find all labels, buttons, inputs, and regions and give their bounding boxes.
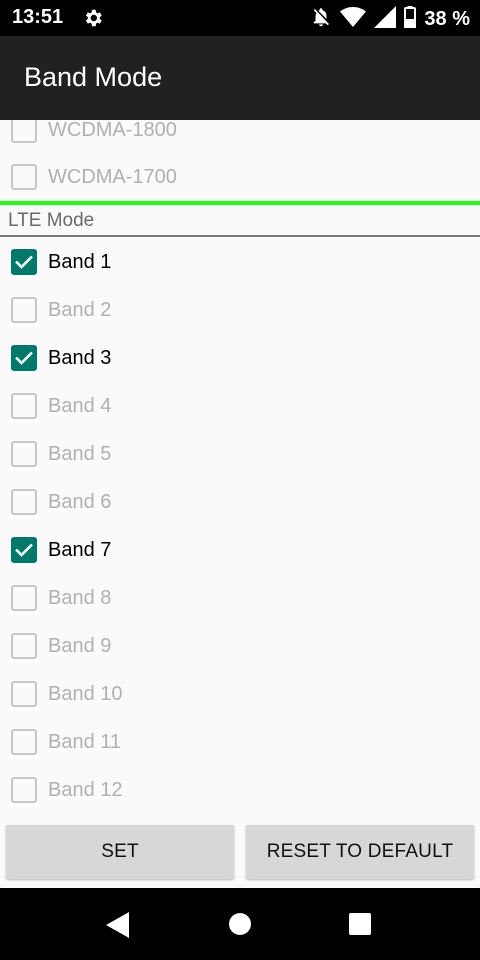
- checkbox-checked[interactable]: [11, 537, 37, 563]
- home-icon[interactable]: [229, 913, 251, 940]
- band-label: Band 6: [48, 490, 112, 513]
- battery-percent: 38 %: [424, 8, 470, 30]
- checkbox[interactable]: [11, 489, 37, 515]
- band-label: Band 8: [48, 586, 112, 609]
- status-bar: 13:51 38 %: [0, 0, 480, 36]
- band-label: Band 7: [48, 538, 112, 561]
- band-label: Band 4: [48, 394, 112, 417]
- recents-icon[interactable]: [349, 913, 371, 940]
- set-button[interactable]: SET: [6, 825, 234, 879]
- band-row[interactable]: Band 10: [0, 670, 480, 718]
- band-label: Band 10: [48, 682, 123, 705]
- status-icons: 38 %: [310, 6, 470, 33]
- checkbox-checked[interactable]: [11, 345, 37, 371]
- band-row[interactable]: Band 8: [0, 574, 480, 622]
- band-label: Band 9: [48, 634, 112, 657]
- reset-to-default-button[interactable]: RESET TO DEFAULT: [246, 825, 474, 879]
- back-icon[interactable]: [106, 912, 130, 943]
- checkbox-checked[interactable]: [11, 249, 37, 275]
- band-row[interactable]: Band 9: [0, 622, 480, 670]
- battery-icon: [404, 6, 417, 33]
- checkbox[interactable]: [11, 120, 37, 143]
- wcdma-label: WCDMA-1700: [48, 165, 177, 188]
- band-label: Band 11: [48, 730, 122, 753]
- checkbox[interactable]: [11, 164, 37, 190]
- section-divider: [0, 235, 480, 237]
- band-row[interactable]: Band 2: [0, 286, 480, 334]
- navigation-bar: [0, 888, 480, 960]
- checkbox[interactable]: [11, 633, 37, 659]
- band-label: Band 5: [48, 442, 112, 465]
- band-row[interactable]: Band 4: [0, 382, 480, 430]
- band-label: Band 1: [48, 250, 112, 273]
- app-bar: Band Mode: [0, 36, 480, 120]
- band-label: Band 3: [48, 346, 112, 369]
- checkbox[interactable]: [11, 441, 37, 467]
- band-row[interactable]: Band 11: [0, 718, 480, 766]
- checkbox[interactable]: [11, 681, 37, 707]
- status-time: 13:51: [12, 6, 64, 28]
- checkbox[interactable]: [11, 777, 37, 803]
- notifications-off-icon: [310, 6, 332, 33]
- wcdma-row[interactable]: WCDMA-1800: [0, 120, 480, 154]
- gear-icon: [82, 7, 104, 29]
- section-divider-highlight: [0, 201, 480, 205]
- wcdma-label: WCDMA-1800: [48, 120, 177, 141]
- checkbox[interactable]: [11, 729, 37, 755]
- band-label: Band 12: [48, 778, 123, 801]
- checkbox[interactable]: [11, 297, 37, 323]
- page-title: Band Mode: [24, 62, 163, 92]
- wcdma-row[interactable]: WCDMA-1700: [0, 153, 480, 201]
- checkbox[interactable]: [11, 585, 37, 611]
- band-row[interactable]: Band 7: [0, 526, 480, 574]
- checkbox[interactable]: [11, 393, 37, 419]
- band-row[interactable]: Band 12: [0, 766, 480, 814]
- band-list[interactable]: WCDMA-1800 WCDMA-1700 LTE Mode Band 1 Ban…: [0, 120, 480, 888]
- band-row[interactable]: Band 6: [0, 478, 480, 526]
- band-label: Band 2: [48, 298, 112, 321]
- band-row[interactable]: Band 5: [0, 430, 480, 478]
- band-row[interactable]: Band 1: [0, 238, 480, 286]
- lte-section-header: LTE Mode: [8, 210, 95, 231]
- wifi-icon: [340, 7, 367, 32]
- band-row[interactable]: Band 3: [0, 334, 480, 382]
- signal-icon: [374, 6, 397, 33]
